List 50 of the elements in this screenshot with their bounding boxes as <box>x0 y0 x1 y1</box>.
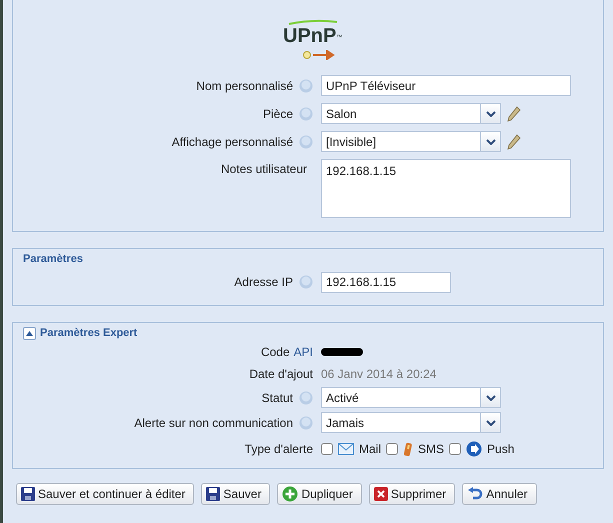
dropdown[interactable]: Jamais <box>321 412 501 434</box>
field-label: Adresse IP <box>234 274 293 291</box>
field-label: Code <box>260 344 290 362</box>
checkbox-label: Mail <box>359 441 382 458</box>
field-label: Alerte sur non communication <box>134 414 293 432</box>
section-legend: Paramètres <box>23 253 83 265</box>
plus-icon <box>282 486 298 502</box>
logo-swoosh-icon <box>287 19 339 25</box>
api-link[interactable]: API <box>294 343 313 362</box>
field-label: Statut <box>262 390 293 407</box>
checkbox[interactable] <box>386 443 398 456</box>
envelope-icon <box>338 443 354 456</box>
close-icon <box>374 487 388 502</box>
action-button[interactable]: Supprimer <box>368 483 456 506</box>
section-legend: Paramètres Expert <box>40 324 138 342</box>
collapse-toggle[interactable] <box>23 326 36 340</box>
field-label: Type d'alerte <box>244 441 313 458</box>
redaction-mark <box>321 348 363 356</box>
triangle-icon <box>26 330 33 336</box>
action-button[interactable]: Sauver <box>201 483 270 506</box>
phone-icon <box>403 441 414 458</box>
pencil-icon[interactable] <box>507 106 521 122</box>
caret-icon <box>486 138 496 144</box>
dropdown[interactable]: Salon <box>321 103 501 124</box>
field-label: Nom personnalisé <box>196 78 293 94</box>
dropdown[interactable]: Activé <box>321 387 501 408</box>
caret-icon <box>486 110 496 116</box>
undo-icon <box>467 487 484 502</box>
action-button[interactable]: Annuler <box>462 483 537 506</box>
field-label: Pièce <box>262 106 293 122</box>
text-field[interactable]: UPnP Téléviseur <box>321 75 571 96</box>
checkbox-label: Push <box>487 441 514 458</box>
dropdown[interactable]: [Invisible] <box>321 131 501 152</box>
checkbox-label: SMS <box>418 441 444 458</box>
caret-icon <box>486 420 496 426</box>
text-field[interactable]: 192.168.1.15 <box>321 272 451 292</box>
caret-icon <box>486 394 496 401</box>
trademark: ™ <box>336 35 342 41</box>
field-label: Date d'ajout <box>248 366 313 384</box>
checkbox[interactable] <box>321 443 333 456</box>
action-button[interactable]: Sauver et continuer à éditer <box>16 483 194 506</box>
logo-text: UPnP$^{™}$ <box>283 26 342 46</box>
notes-field[interactable]: 192.168.1.15 <box>321 159 571 218</box>
date-value: 06 Janv 2014 à 20:24 <box>321 366 438 384</box>
checkbox[interactable] <box>449 443 462 456</box>
field-label: Affichage personnalisé <box>172 134 293 150</box>
action-button[interactable]: Dupliquer <box>277 483 362 506</box>
logo-arrow-icon <box>303 50 335 60</box>
field-label: Notes utilisateur <box>220 161 307 178</box>
pencil-icon[interactable] <box>507 134 521 150</box>
